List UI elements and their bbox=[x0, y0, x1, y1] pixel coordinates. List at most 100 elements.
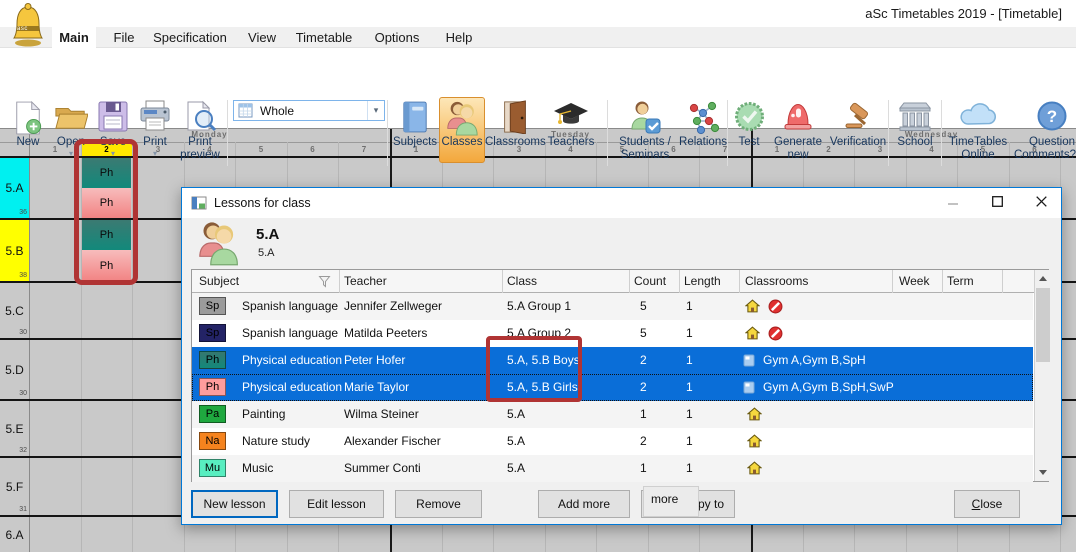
toolbar-label: Classrooms bbox=[485, 136, 545, 149]
column-header-term[interactable]: Term bbox=[947, 274, 974, 288]
remove-button[interactable]: Remove bbox=[395, 490, 482, 518]
menu-item-view[interactable]: View bbox=[240, 27, 284, 48]
class-row-label-5f[interactable]: 5.F 31 bbox=[0, 458, 29, 515]
lesson-row-spanish-group1[interactable]: Sp Spanish language Jennifer Zellweger 5… bbox=[192, 293, 1033, 320]
class-name: 5.A bbox=[5, 181, 23, 195]
class-name: 5.F bbox=[6, 480, 23, 494]
column-header-length[interactable]: Length bbox=[684, 274, 721, 288]
class-name: 6.A bbox=[5, 528, 23, 542]
scroll-up-icon[interactable] bbox=[1039, 276, 1047, 281]
class-cell: 5.A bbox=[507, 401, 525, 428]
menu-item-options[interactable]: Options bbox=[367, 27, 427, 48]
column-header-week[interactable]: Week bbox=[899, 274, 929, 288]
forbidden-icon bbox=[768, 299, 783, 317]
toolbar-label: Question Comments? W bbox=[1013, 136, 1076, 162]
table-header: Subject Teacher Class Count Length Class… bbox=[192, 270, 1048, 293]
class-row-label-5c[interactable]: 5.C 30 bbox=[0, 283, 29, 338]
subjects-button[interactable]: Subjects bbox=[391, 98, 439, 172]
subject-cell: Nature study bbox=[242, 428, 310, 455]
verification-button[interactable]: Verification bbox=[828, 98, 888, 172]
save-floppy-icon bbox=[92, 98, 134, 136]
column-header-subject[interactable]: Subject bbox=[199, 274, 239, 288]
test-button[interactable]: Test bbox=[730, 98, 768, 172]
subject-cell: Painting bbox=[242, 401, 285, 428]
class-lesson-total: 32 bbox=[19, 447, 27, 454]
subject-cell: Physical education bbox=[242, 374, 342, 401]
count-cell: 5 bbox=[640, 293, 647, 320]
menu-item-main[interactable]: Main bbox=[52, 27, 96, 48]
minimize-button[interactable] bbox=[931, 188, 975, 217]
class-row-label-5d[interactable]: 5.D 30 bbox=[0, 340, 29, 399]
toolbar-label: Classes bbox=[439, 136, 485, 149]
svg-text:?: ? bbox=[1047, 107, 1057, 126]
classes-button[interactable]: Classes bbox=[439, 98, 485, 172]
annotation-rect-period2 bbox=[74, 139, 138, 285]
subject-cell: Physical education bbox=[242, 347, 342, 374]
count-cell: 1 bbox=[640, 401, 647, 428]
count-cell: 1 bbox=[640, 455, 647, 482]
class-lesson-total: 30 bbox=[19, 390, 27, 397]
table-scrollbar[interactable] bbox=[1034, 270, 1050, 481]
new-button[interactable]: New bbox=[6, 98, 50, 172]
class-row-label-5e[interactable]: 5.E 32 bbox=[0, 401, 29, 456]
menu-item-file[interactable]: File bbox=[102, 27, 146, 48]
combo-dropdown-icon[interactable]: ▾ bbox=[367, 101, 384, 120]
lesson-row-painting[interactable]: Pa Painting Wilma Steiner 5.A 1 1 bbox=[192, 401, 1033, 428]
print-preview-button[interactable]: Print preview bbox=[177, 98, 223, 172]
question-comments-button[interactable]: ? Question Comments? W bbox=[1013, 98, 1076, 172]
toolbar-label: Teachers bbox=[545, 136, 597, 149]
class-name: 5.D bbox=[5, 363, 24, 377]
toolbar-label: Print preview bbox=[177, 136, 223, 162]
column-header-teacher[interactable]: Teacher bbox=[344, 274, 387, 288]
print-button[interactable]: Print ▾ bbox=[134, 98, 176, 172]
lesson-row-phys-ed-boys[interactable]: Ph Physical education Peter Hofer 5.A, 5… bbox=[192, 347, 1033, 374]
timetables-online-button[interactable]: TimeTables Online bbox=[944, 98, 1012, 172]
column-header-class[interactable]: Class bbox=[507, 274, 537, 288]
toolbar-label: Subjects bbox=[391, 136, 439, 149]
maximize-button[interactable] bbox=[975, 188, 1019, 217]
copy-to-button[interactable]: Copy to more bbox=[641, 490, 735, 518]
length-cell: 1 bbox=[686, 293, 693, 320]
view-selector[interactable]: Whole ▾ bbox=[233, 100, 385, 121]
add-more-button[interactable]: Add more bbox=[538, 490, 630, 518]
toolbar-separator bbox=[727, 100, 728, 166]
asc-bell-logo-icon[interactable] bbox=[8, 2, 48, 53]
length-cell: 1 bbox=[686, 374, 693, 401]
teachers-button[interactable]: Teachers bbox=[545, 98, 597, 172]
menu-item-specification[interactable]: Specification bbox=[148, 27, 232, 48]
dialog-title: Lessons for class bbox=[214, 196, 311, 210]
lesson-row-spanish-group2[interactable]: Sp Spanish language Matilda Peeters 5.A … bbox=[192, 320, 1033, 347]
subject-badge: Ph bbox=[199, 351, 226, 369]
toolbar-label: Students / Seminars bbox=[611, 136, 679, 162]
column-header-count[interactable]: Count bbox=[634, 274, 666, 288]
subject-badge: Ph bbox=[199, 378, 226, 396]
relations-button[interactable]: Relations bbox=[679, 98, 727, 172]
edit-lesson-button[interactable]: Edit lesson bbox=[289, 490, 384, 518]
scrollbar-thumb[interactable] bbox=[1036, 288, 1050, 362]
classrooms-cell: Gym A,Gym B,SpH bbox=[763, 347, 866, 374]
new-lesson-button[interactable]: New lesson bbox=[191, 490, 278, 518]
lesson-row-nature-study[interactable]: Na Nature study Alexander Fischer 5.A 2 … bbox=[192, 428, 1033, 455]
scroll-down-icon[interactable] bbox=[1039, 470, 1047, 475]
close-dialog-button[interactable]: Close bbox=[954, 490, 1020, 518]
lesson-row-phys-ed-girls[interactable]: Ph Physical education Marie Taylor 5.A, … bbox=[192, 374, 1033, 401]
home-classroom-icon bbox=[745, 326, 760, 343]
classrooms-button[interactable]: Classrooms bbox=[485, 98, 545, 172]
column-header-classrooms[interactable]: Classrooms bbox=[745, 274, 808, 288]
dialog-titlebar[interactable]: Lessons for class bbox=[182, 188, 1061, 218]
menu-item-help[interactable]: Help bbox=[437, 27, 481, 48]
menu-item-timetable[interactable]: Timetable bbox=[287, 27, 361, 48]
class-row-label-6a[interactable]: 6.A bbox=[0, 517, 29, 552]
filter-funnel-icon[interactable] bbox=[318, 275, 331, 293]
lesson-row-music[interactable]: Mu Music Summer Conti 5.A 1 1 bbox=[192, 455, 1033, 482]
toolbar-separator bbox=[607, 100, 608, 166]
students-seminars-button[interactable]: Students / Seminars bbox=[611, 98, 679, 172]
school-button[interactable]: School bbox=[890, 98, 940, 172]
close-icon[interactable] bbox=[1019, 188, 1063, 217]
class-row-label-5b[interactable]: 5.B 38 bbox=[0, 220, 29, 281]
toolbar-separator bbox=[941, 100, 942, 166]
toolbar-label: TimeTables Online bbox=[944, 136, 1012, 162]
book-icon bbox=[391, 98, 439, 136]
generate-new-button[interactable]: Generate new bbox=[768, 98, 828, 172]
close-button-label: Close bbox=[955, 491, 1019, 517]
